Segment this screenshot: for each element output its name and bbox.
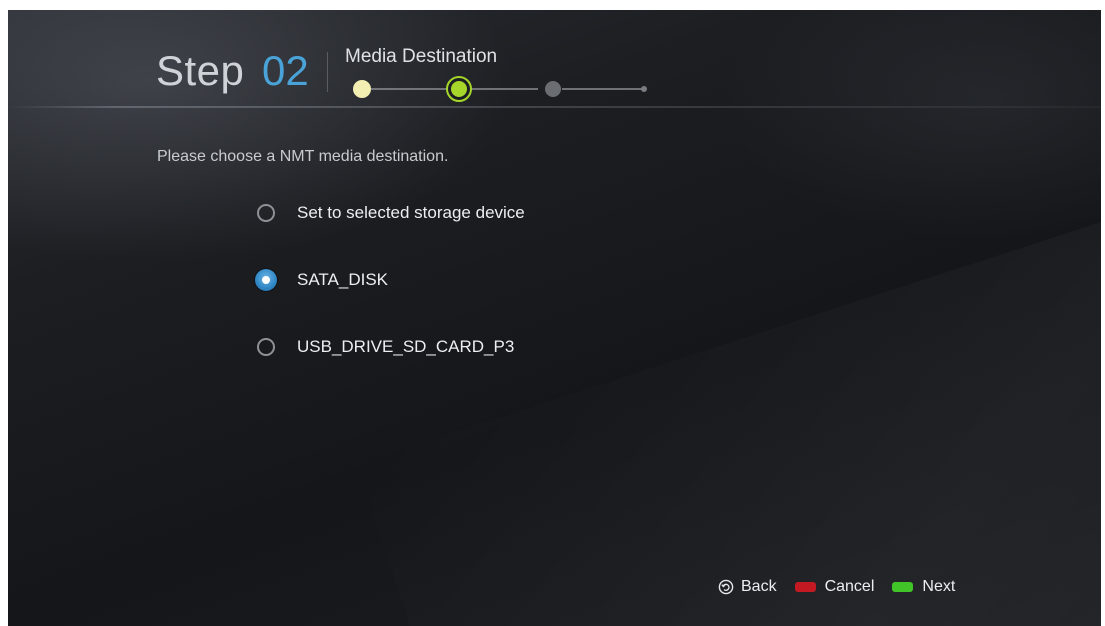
progress-dot-step-4-pending bbox=[641, 86, 647, 92]
radio-unselected-icon[interactable] bbox=[257, 204, 275, 222]
progress-dot-step-3-pending bbox=[545, 81, 561, 97]
footer-key-hints: Back Cancel Next bbox=[718, 577, 973, 597]
progress-dot-step-1-done bbox=[353, 80, 371, 98]
next-hint[interactable]: Next bbox=[892, 577, 955, 597]
cancel-label: Cancel bbox=[824, 578, 875, 595]
option-selected-storage-device[interactable]: Set to selected storage device bbox=[257, 201, 525, 225]
option-label: SATA_DISK bbox=[297, 270, 389, 289]
next-label: Next bbox=[922, 578, 956, 595]
option-usb-drive-sd-card[interactable]: USB_DRIVE_SD_CARD_P3 bbox=[257, 335, 514, 359]
green-key-icon bbox=[892, 582, 914, 592]
option-label: Set to selected storage device bbox=[297, 203, 525, 222]
red-key-icon bbox=[794, 582, 816, 592]
radio-dot bbox=[262, 276, 270, 284]
header-separator bbox=[8, 106, 1101, 108]
radio-selected-icon[interactable] bbox=[255, 269, 277, 291]
back-label: Back bbox=[741, 578, 777, 595]
cancel-hint[interactable]: Cancel bbox=[794, 577, 875, 597]
instruction-text: Please choose a NMT media destination. bbox=[157, 148, 449, 165]
back-hint[interactable]: Back bbox=[718, 577, 777, 597]
option-sata-disk[interactable]: SATA_DISK bbox=[255, 268, 389, 292]
setup-wizard-screen: Step 02 Media Destination Please choose … bbox=[8, 10, 1101, 626]
step-progress-indicator bbox=[353, 76, 647, 102]
option-label: USB_DRIVE_SD_CARD_P3 bbox=[297, 337, 515, 356]
remote-return-icon bbox=[718, 579, 734, 595]
header-divider bbox=[327, 52, 328, 92]
progress-dot-step-2-current bbox=[451, 81, 467, 97]
step-title: Media Destination bbox=[345, 46, 498, 67]
step-word: Step bbox=[156, 47, 245, 94]
step-number: 02 bbox=[262, 47, 309, 94]
radio-unselected-icon[interactable] bbox=[257, 338, 275, 356]
